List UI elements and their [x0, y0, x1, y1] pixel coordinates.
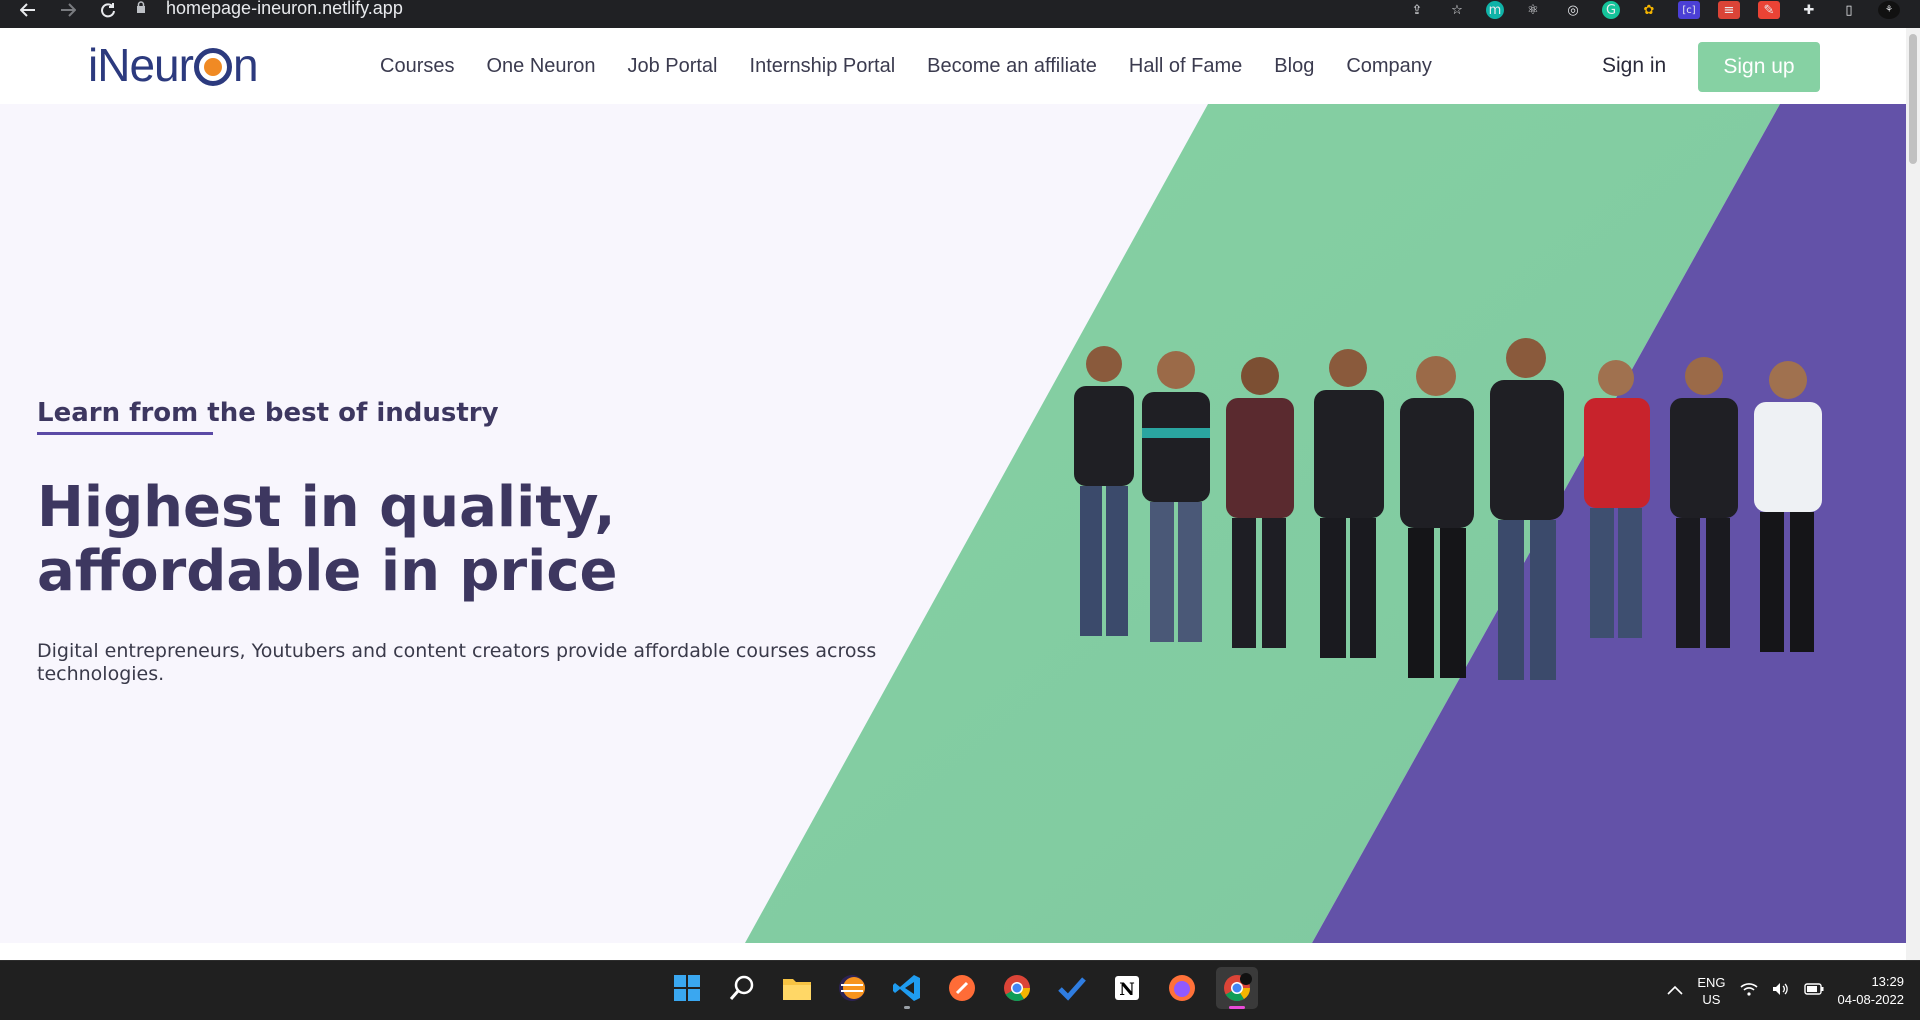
person-2 [1142, 351, 1210, 642]
nav-hall-of-fame[interactable]: Hall of Fame [1129, 55, 1242, 78]
chrome-icon[interactable] [996, 967, 1038, 1009]
logo-prefix: iNeur [88, 39, 194, 91]
windows-taskbar: N ENG US 13:29 04-08-2022 [0, 960, 1920, 1020]
headline-line-2: affordable in price [37, 539, 618, 604]
person-9 [1754, 361, 1822, 652]
logo-ring-icon [193, 48, 232, 86]
hero-headline: Highest in quality, affordable in price [37, 476, 797, 604]
person-3 [1226, 357, 1294, 648]
volume-icon[interactable] [1772, 982, 1790, 1001]
system-tray: ENG US 13:29 04-08-2022 [1667, 961, 1904, 1020]
forward-button[interactable] [54, 0, 82, 20]
side-panel-icon[interactable]: ▯ [1838, 1, 1860, 19]
team-photo [1074, 338, 1822, 680]
person-4 [1314, 349, 1384, 658]
lang-line-1: ENG [1697, 975, 1726, 990]
extension-brackets-icon[interactable]: [c] [1678, 1, 1700, 19]
profile-avatar-icon[interactable]: ⚘ [1878, 1, 1900, 19]
webpage: iNeur n Courses One Neuron Job Portal Int… [0, 28, 1920, 960]
url-text: homepage-ineuron.netlify.app [166, 0, 403, 18]
file-explorer-icon[interactable] [776, 967, 818, 1009]
eclipse-icon[interactable] [831, 967, 873, 1009]
hero-tagline: Learn from the best of industry [37, 398, 499, 428]
notion-icon[interactable]: N [1106, 967, 1148, 1009]
todo-icon[interactable] [1051, 967, 1093, 1009]
reload-button[interactable] [94, 0, 122, 20]
grammarly-icon[interactable]: G [1602, 1, 1620, 19]
arrow-right-icon [61, 3, 76, 17]
nav-become-affiliate[interactable]: Become an affiliate [927, 55, 1097, 78]
chevron-up-icon[interactable] [1667, 982, 1683, 1000]
react-devtools-icon[interactable]: ⚛ [1522, 1, 1544, 19]
color-picker-icon[interactable]: ✿ [1638, 1, 1660, 19]
chrome-profile-icon[interactable] [1216, 967, 1258, 1009]
search-icon[interactable] [721, 967, 763, 1009]
logo-suffix: n [232, 39, 259, 91]
nav-courses[interactable]: Courses [380, 55, 454, 78]
share-icon[interactable]: ⇪ [1406, 1, 1428, 19]
firefox-icon[interactable] [1161, 967, 1203, 1009]
ineuron-logo[interactable]: iNeur n [88, 39, 259, 91]
extensions-puzzle-icon[interactable]: ✚ [1798, 1, 1820, 19]
browser-toolbar: homepage-ineuron.netlify.app ⇪ ☆ m ⚛ ◎ G… [0, 0, 1920, 28]
signin-link[interactable]: Sign in [1602, 54, 1666, 78]
reload-icon [101, 3, 115, 18]
address-bar[interactable]: homepage-ineuron.netlify.app [136, 0, 1416, 24]
taskbar-apps: N [666, 967, 1258, 1015]
person-5 [1400, 356, 1474, 678]
extension-m-icon[interactable]: m [1486, 1, 1504, 19]
person-8 [1670, 357, 1738, 648]
bookmark-star-icon[interactable]: ☆ [1446, 1, 1468, 19]
hero-description: Digital entrepreneurs, Youtubers and con… [37, 640, 877, 685]
nav-job-portal[interactable]: Job Portal [627, 55, 717, 78]
lang-line-2: US [1702, 992, 1721, 1007]
windows-start-icon[interactable] [666, 967, 708, 1009]
vscode-icon[interactable] [886, 967, 928, 1009]
running-indicator [904, 1006, 910, 1009]
person-6 [1490, 338, 1564, 680]
person-7 [1584, 360, 1650, 638]
lock-icon [136, 0, 156, 16]
clock[interactable]: 13:29 04-08-2022 [1838, 973, 1905, 1009]
clock-date: 04-08-2022 [1837, 992, 1905, 1007]
nav-one-neuron[interactable]: One Neuron [486, 55, 595, 78]
arrow-left-icon [20, 3, 35, 17]
language-indicator[interactable]: ENG US [1697, 974, 1725, 1008]
wifi-icon[interactable] [1739, 982, 1758, 1001]
svg-text:N: N [1119, 980, 1135, 1000]
signup-button[interactable]: Sign up [1698, 42, 1820, 92]
nav-blog[interactable]: Blog [1274, 55, 1314, 78]
extension-stack-icon[interactable]: ≡ [1718, 1, 1740, 19]
target-extension-icon[interactable]: ◎ [1562, 1, 1584, 19]
person-1 [1074, 346, 1134, 636]
page-scrollbar[interactable] [1906, 28, 1920, 960]
active-indicator [1229, 1006, 1245, 1009]
scrollbar-thumb[interactable] [1909, 34, 1917, 164]
extensions-area: ⇪ ☆ m ⚛ ◎ G ✿ [c] ≡ ✎ ✚ ▯ ⚘ [1406, 0, 1920, 20]
postman-icon[interactable] [941, 967, 983, 1009]
headline-line-1: Highest in quality, [37, 475, 616, 540]
main-nav: Courses One Neuron Job Portal Internship… [380, 28, 1432, 104]
battery-icon[interactable] [1803, 982, 1824, 1000]
nav-company[interactable]: Company [1346, 55, 1432, 78]
nav-internship-portal[interactable]: Internship Portal [750, 55, 896, 78]
extension-red-icon[interactable]: ✎ [1758, 1, 1780, 19]
site-header: iNeur n Courses One Neuron Job Portal Int… [0, 28, 1906, 104]
tagline-underline [37, 432, 213, 435]
back-button[interactable] [14, 0, 42, 20]
section-divider [0, 943, 1906, 960]
clock-time: 13:29 [1871, 974, 1904, 989]
